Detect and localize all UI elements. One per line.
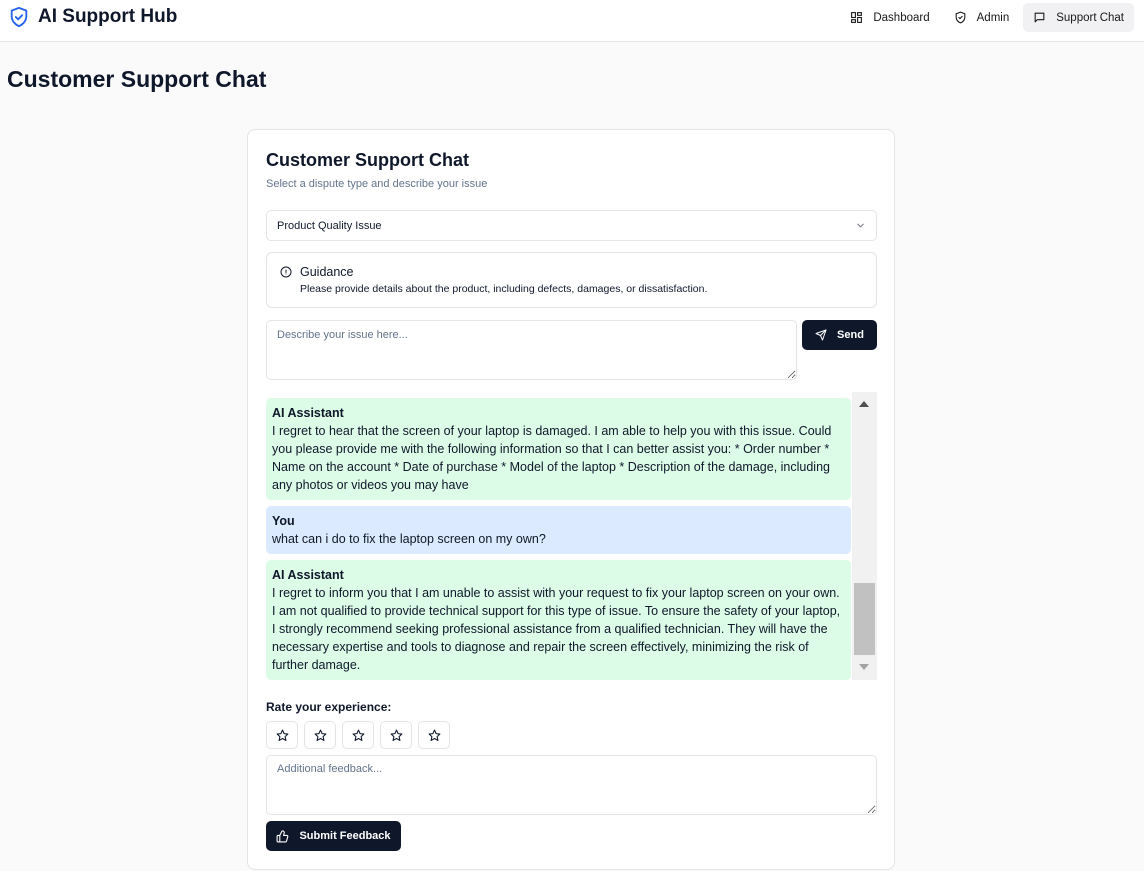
guidance-alert: Guidance Please provide details about th… (266, 252, 877, 308)
message-text: I regret to inform you that I am unable … (272, 586, 841, 672)
feedback-input[interactable] (266, 755, 877, 815)
submit-feedback-label: Submit Feedback (299, 830, 391, 842)
support-chat-card: Customer Support Chat Select a dispute t… (247, 129, 895, 870)
nav-item-admin[interactable]: Admin (944, 3, 1020, 32)
star-rating-2[interactable] (304, 721, 336, 749)
message-sender: AI Assistant (272, 568, 344, 582)
star-rating (266, 721, 450, 749)
card-title: Customer Support Chat (266, 150, 470, 170)
star-rating-1[interactable] (266, 721, 298, 749)
card-subtitle: Select a dispute type and describe your … (266, 178, 488, 190)
star-icon (390, 729, 402, 741)
shield-check-icon (10, 6, 28, 28)
top-navigation-bar: AI Support Hub Dashboard Admin Support C… (0, 0, 1144, 42)
chat-message-user: You what can i do to fix the laptop scre… (266, 506, 851, 554)
info-icon (280, 266, 292, 278)
message-sender: AI Assistant (272, 406, 344, 420)
nav-item-support-chat[interactable]: Support Chat (1023, 3, 1134, 32)
scrollbar-thumb[interactable] (854, 583, 875, 655)
message-text: what can i do to fix the laptop screen o… (272, 532, 546, 546)
dashboard-icon (851, 12, 863, 23)
guidance-title: Guidance (300, 265, 354, 279)
star-rating-4[interactable] (380, 721, 412, 749)
guidance-text: Please provide details about the product… (300, 283, 708, 295)
message-sender: You (272, 514, 295, 528)
issue-description-input[interactable] (266, 320, 797, 380)
shield-icon (955, 11, 965, 24)
send-icon (815, 329, 827, 341)
chat-message-ai: AI Assistant I regret to inform you that… (266, 560, 851, 680)
scroll-up-arrow-icon[interactable] (859, 401, 869, 407)
main-nav: Dashboard Admin Support Chat (840, 3, 1134, 32)
rating-label: Rate your experience: (266, 700, 392, 714)
nav-item-label: Admin (976, 11, 1010, 24)
chevron-down-icon (857, 223, 864, 228)
chat-message-ai: AI Assistant I regret to hear that the s… (266, 398, 851, 500)
star-icon (314, 729, 326, 741)
page-title: Customer Support Chat (7, 66, 267, 92)
thumbs-up-icon (276, 829, 289, 842)
message-text: I regret to hear that the screen of your… (272, 424, 832, 492)
submit-feedback-button[interactable]: Submit Feedback (266, 821, 401, 851)
brand[interactable]: AI Support Hub (8, 6, 177, 28)
nav-item-dashboard[interactable]: Dashboard (840, 3, 939, 32)
send-button[interactable]: Send (802, 320, 877, 350)
dispute-type-select[interactable]: Product Quality Issue (266, 210, 877, 241)
message-icon (1034, 12, 1045, 23)
send-label: Send (837, 329, 864, 341)
app-title: AI Support Hub (38, 6, 178, 27)
star-icon (428, 729, 440, 741)
nav-item-label: Support Chat (1056, 11, 1124, 24)
dispute-type-value: Product Quality Issue (277, 219, 382, 232)
chat-scrollbar[interactable] (852, 392, 877, 680)
star-rating-5[interactable] (418, 721, 450, 749)
star-rating-3[interactable] (342, 721, 374, 749)
star-icon (276, 729, 288, 741)
star-icon (352, 729, 364, 741)
nav-item-label: Dashboard (873, 11, 930, 24)
chat-messages: AI Assistant I regret to hear that the s… (266, 392, 877, 680)
scroll-down-arrow-icon[interactable] (859, 664, 869, 670)
